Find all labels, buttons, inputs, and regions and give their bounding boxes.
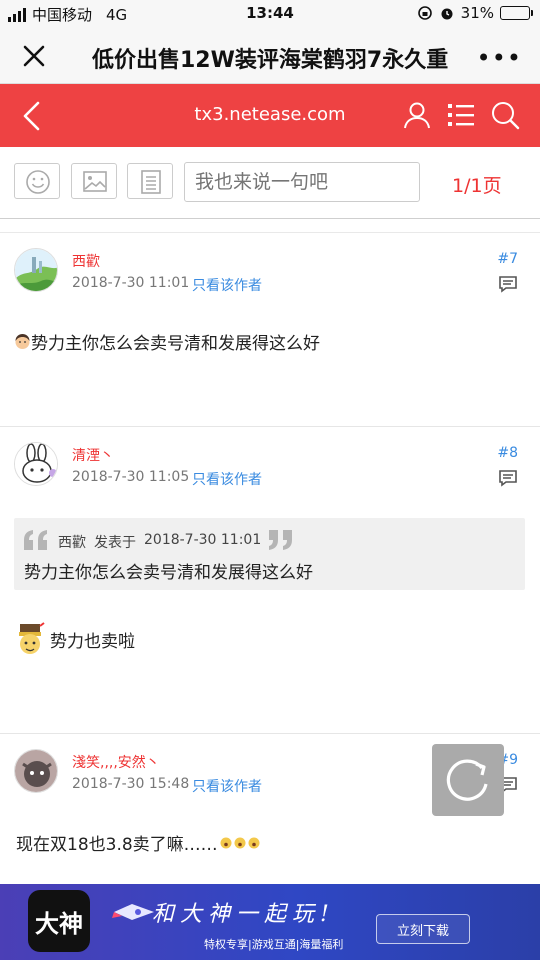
- battery-percent: 31%: [460, 4, 494, 22]
- ad-slogan: 和大神一起玩!: [152, 902, 335, 927]
- post-text: 势力也卖啦: [50, 631, 135, 652]
- post-date: 2018-7-30 15:48: [72, 776, 190, 792]
- ad-subtitle: 特权专享|游戏互通|海量福利: [204, 938, 344, 951]
- only-author-link[interactable]: 只看该作者: [192, 469, 262, 489]
- emoji-button[interactable]: [14, 163, 60, 199]
- rotation-lock-icon: [417, 6, 432, 20]
- quote-block: 西歡 发表于 2018-7-30 11:01 势力主你怎么会卖号清和发展得这么好: [14, 518, 525, 590]
- image-icon: [83, 171, 107, 192]
- post-content: 势力主你怎么会卖号清和发展得这么好: [14, 329, 320, 354]
- sticker-emoji: [19, 622, 45, 654]
- avatar[interactable]: [14, 248, 58, 292]
- close-quote-icon: [269, 530, 292, 550]
- rocket-icon: [112, 904, 154, 920]
- avatar[interactable]: [14, 749, 58, 793]
- quote-date: 2018-7-30 11:01: [144, 532, 262, 548]
- site-nav-bar: tx3.netease.com: [0, 84, 540, 147]
- post-date: 2018-7-30 11:05: [72, 469, 190, 485]
- alarm-icon: [441, 8, 453, 20]
- post-item: 西歡 2018-7-30 11:01 只看该作者 #7 势力主你怎么会卖号清和发…: [0, 233, 540, 426]
- floor-number: #8: [497, 445, 518, 461]
- post-text: 现在双18也3.8卖了嘛……: [16, 835, 218, 855]
- comment-icon[interactable]: [498, 469, 518, 487]
- open-quote-icon: [24, 530, 47, 550]
- document-button[interactable]: [127, 163, 173, 199]
- only-author-link[interactable]: 只看该作者: [192, 776, 262, 796]
- refresh-icon: [446, 759, 488, 801]
- comment-icon[interactable]: [498, 275, 518, 293]
- emoji-icon: [26, 170, 50, 194]
- ad-banner[interactable]: 大神 和大神一起玩! 特权专享|游戏互通|海量福利 立刻下载: [0, 884, 540, 960]
- more-dots-icon[interactable]: •••: [477, 44, 522, 72]
- quote-label: 发表于: [94, 535, 136, 551]
- list-icon[interactable]: [446, 100, 476, 130]
- title-bar: 低价出售12W装评海棠鹤羽7永久重 •••: [0, 28, 540, 84]
- avatar[interactable]: [14, 442, 58, 486]
- close-icon[interactable]: [20, 42, 48, 70]
- reply-toolbar: 1/1页: [0, 147, 540, 219]
- author-name[interactable]: 淺笑,,,,安然丶: [72, 752, 160, 772]
- download-button[interactable]: 立刻下载: [376, 914, 470, 944]
- post-text: 势力主你怎么会卖号清和发展得这么好: [31, 334, 320, 354]
- refresh-button[interactable]: [432, 744, 504, 816]
- status-bar: 中国移动 4G 13:44 31%: [0, 0, 540, 28]
- search-icon[interactable]: [490, 100, 520, 130]
- image-button[interactable]: [71, 163, 117, 199]
- document-icon: [141, 170, 161, 194]
- quote-text: 势力主你怎么会卖号清和发展得这么好: [24, 563, 313, 583]
- author-name[interactable]: 清湮丶: [72, 445, 114, 465]
- woman-face-emoji: [15, 334, 30, 349]
- page-title: 低价出售12W装评海棠鹤羽7永久重: [92, 48, 449, 73]
- reply-input[interactable]: [184, 162, 420, 202]
- surprised-emoji: [220, 837, 260, 848]
- post-content: 势力也卖啦: [16, 622, 135, 656]
- ad-app-logo: 大神: [28, 890, 90, 952]
- battery-icon: [500, 6, 533, 20]
- post-date: 2018-7-30 11:01: [72, 275, 190, 291]
- quote-author: 西歡: [58, 535, 86, 551]
- floor-number: #7: [497, 251, 518, 267]
- page-indicator[interactable]: 1/1页: [452, 171, 502, 198]
- user-icon[interactable]: [402, 100, 432, 130]
- post-content: 现在双18也3.8卖了嘛……: [16, 830, 262, 855]
- author-name[interactable]: 西歡: [72, 251, 100, 271]
- only-author-link[interactable]: 只看该作者: [192, 275, 262, 295]
